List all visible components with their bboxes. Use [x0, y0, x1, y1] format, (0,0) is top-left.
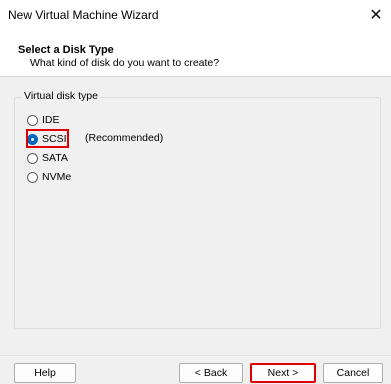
- radio-sata[interactable]: SATA: [27, 150, 68, 166]
- title-bar: New Virtual Machine Wizard ✕: [0, 0, 391, 32]
- radio-sata-circle[interactable]: [27, 152, 38, 164]
- radio-sata-label: SATA: [42, 152, 68, 164]
- radio-nvme-label: NVMe: [42, 171, 72, 183]
- wizard-body: Virtual disk type IDE SCSI (Recommended)…: [0, 77, 391, 384]
- radio-ide-label: IDE: [42, 114, 60, 126]
- page-subtitle: What kind of disk do you want to create?: [30, 57, 220, 69]
- wizard-header: Select a Disk Type What kind of disk do …: [0, 32, 391, 77]
- radio-nvme-circle[interactable]: [27, 171, 38, 183]
- radio-ide[interactable]: IDE: [27, 112, 60, 128]
- disk-type-group: Virtual disk type IDE SCSI (Recommended)…: [14, 90, 381, 329]
- footer-divider: [0, 355, 391, 356]
- recommended-note: (Recommended): [85, 132, 164, 144]
- cancel-button[interactable]: Cancel: [323, 363, 383, 383]
- radio-ide-circle[interactable]: [27, 114, 38, 126]
- back-button[interactable]: < Back: [179, 363, 243, 383]
- scsi-highlight-box: [26, 129, 69, 148]
- radio-nvme[interactable]: NVMe: [27, 169, 71, 185]
- close-icon[interactable]: ✕: [363, 2, 389, 28]
- next-button[interactable]: Next >: [250, 363, 316, 383]
- group-label: Virtual disk type: [22, 90, 100, 102]
- window-title: New Virtual Machine Wizard: [8, 8, 159, 22]
- help-button[interactable]: Help: [14, 363, 76, 383]
- page-title: Select a Disk Type: [18, 44, 114, 56]
